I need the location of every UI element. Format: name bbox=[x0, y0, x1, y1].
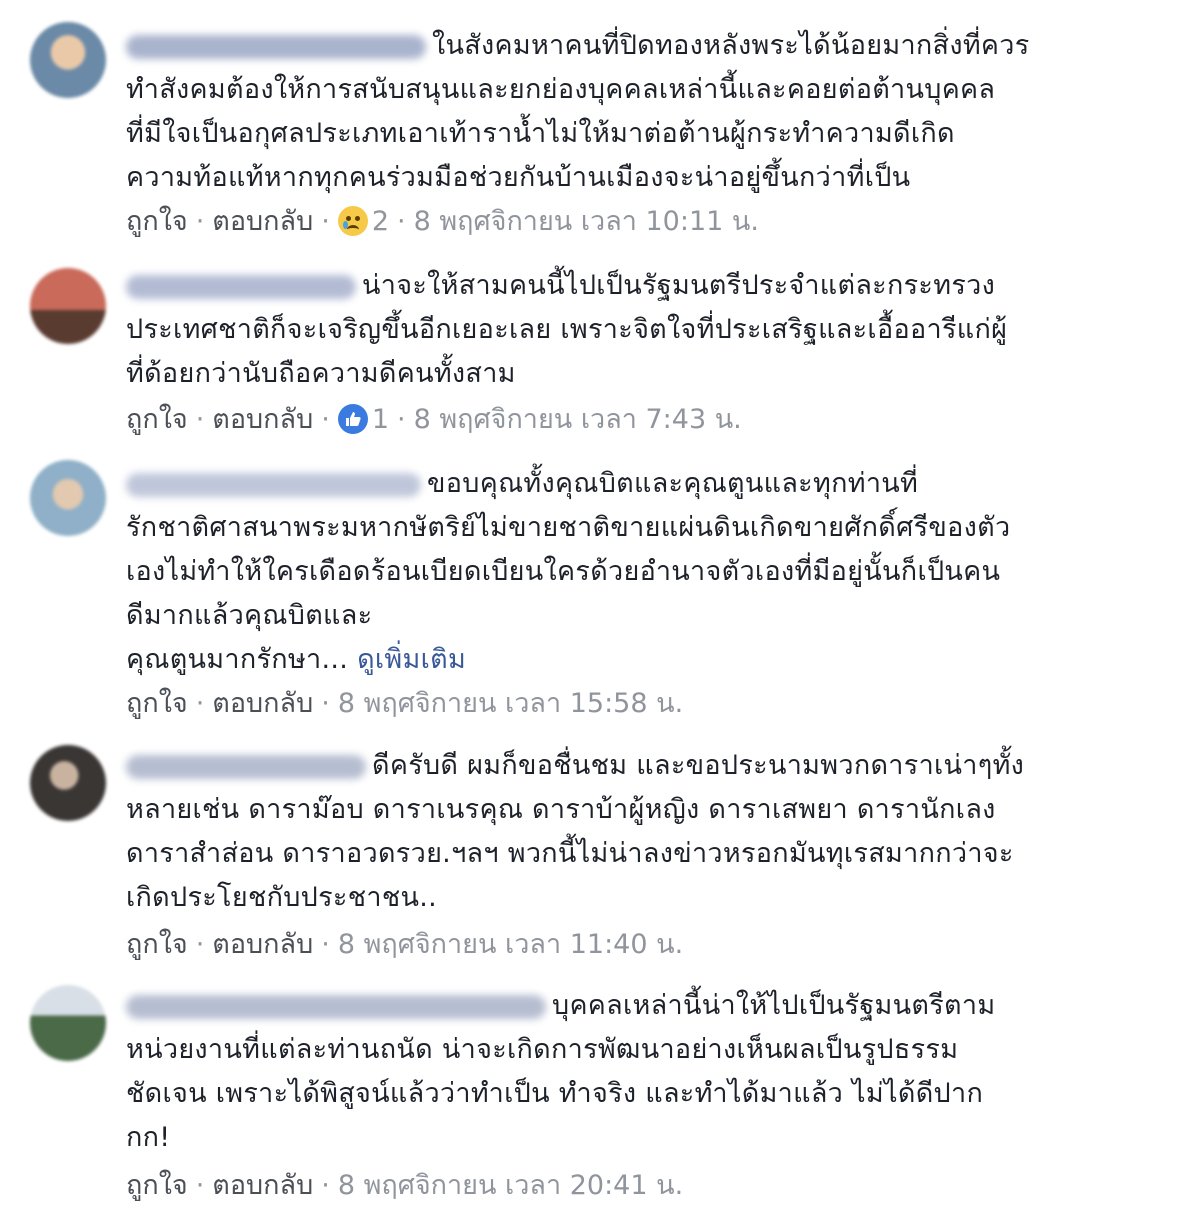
comment-body: ดีครับดี ผมก็ขอชื่นชม และขอประนามพวกดารา… bbox=[126, 744, 1160, 920]
comment-text-line: ทำสังคมต้องให้การสนับสนุนและยกย่องบุคคลเ… bbox=[126, 74, 996, 105]
comment-text-line: คุณตูนมากรักษา... bbox=[126, 644, 349, 675]
comment-body: บุคคลเหล่านี้น่าให้ไปเป็นรัฐมนตรีตาม หน่… bbox=[126, 984, 1160, 1160]
comment-text-line: ดีมากแล้วคุณบิตและ bbox=[126, 600, 373, 631]
comment-text-line: ดีครับดี ผมก็ขอชื่นชม และขอประนามพวกดารา… bbox=[372, 750, 1025, 781]
comment-text-line: น่าจะให้สามคนนี้ไปเป็นรัฐมนตรีประจำแต่ละ… bbox=[362, 270, 996, 301]
avatar[interactable] bbox=[30, 22, 106, 98]
reply-link[interactable]: ตอบกลับ bbox=[212, 1170, 313, 1201]
comment-actions: ถูกใจ · ตอบกลับ · 2 · 8 พฤศจิกายน เวลา 10:11 น… bbox=[126, 206, 759, 237]
comment-text-line: ดาราสำส่อน ดาราอวดรวย.ฯลฯ พวกนี้ไม่น่าลง… bbox=[126, 838, 1014, 869]
comment-text-line: ประเทศชาติก็จะเจริญขึ้นอีกเยอะเลย เพราะจ… bbox=[126, 314, 1008, 345]
comment-actions: ถูกใจ · ตอบกลับ · 1 · 8 พฤศจิกายน เวลา 7:43 น. bbox=[126, 404, 742, 435]
timestamp[interactable]: 8 พฤศจิกายน เวลา 10:11 น. bbox=[414, 206, 759, 237]
see-more-link[interactable]: ดูเพิ่มเติม bbox=[357, 644, 466, 675]
comment-text-line: ในสังคมหาคนที่ปิดทองหลังพระได้น้อยมากสิ่… bbox=[432, 30, 1030, 61]
comment-text-line: ความท้อแท้หากทุกคนร่วมมือช่วยกันบ้านเมือ… bbox=[126, 162, 911, 193]
author-name[interactable] bbox=[126, 754, 366, 779]
comment-text-line: กก! bbox=[126, 1122, 171, 1153]
like-link[interactable]: ถูกใจ bbox=[126, 404, 188, 435]
comment-actions: ถูกใจ · ตอบกลับ · 8 พฤศจิกายน เวลา 15:58 น. bbox=[126, 688, 684, 719]
reply-link[interactable]: ตอบกลับ bbox=[212, 929, 313, 960]
reply-link[interactable]: ตอบกลับ bbox=[212, 688, 313, 719]
reply-link[interactable]: ตอบกลับ bbox=[212, 404, 313, 435]
like-link[interactable]: ถูกใจ bbox=[126, 206, 188, 237]
avatar[interactable] bbox=[30, 460, 106, 536]
like-link[interactable]: ถูกใจ bbox=[126, 688, 188, 719]
like-link[interactable]: ถูกใจ bbox=[126, 1170, 188, 1201]
comment-text-line: บุคคลเหล่านี้น่าให้ไปเป็นรัฐมนตรีตาม bbox=[552, 990, 996, 1021]
avatar[interactable] bbox=[30, 745, 106, 821]
comment-text-line: ที่มีใจเป็นอกุศลประเภทเอาเท้าราน้ำไม่ให้… bbox=[126, 118, 955, 149]
timestamp[interactable]: 8 พฤศจิกายน เวลา 11:40 น. bbox=[338, 929, 683, 960]
author-name[interactable] bbox=[126, 34, 426, 59]
comment-actions: ถูกใจ · ตอบกลับ · 8 พฤศจิกายน เวลา 20:41 น. bbox=[126, 1170, 684, 1201]
avatar[interactable] bbox=[30, 985, 106, 1061]
comment-body: น่าจะให้สามคนนี้ไปเป็นรัฐมนตรีประจำแต่ละ… bbox=[126, 264, 1160, 396]
author-name[interactable] bbox=[126, 274, 356, 299]
author-name[interactable] bbox=[126, 994, 546, 1019]
comment-text-line: หน่วยงานที่แต่ละท่านถนัด น่าจะเกิดการพัฒ… bbox=[126, 1034, 959, 1065]
timestamp[interactable]: 8 พฤศจิกายน เวลา 7:43 น. bbox=[414, 404, 742, 435]
comment-text-line: ชัดเจน เพราะได้พิสูจน์แล้วว่าทำเป็น ทำจร… bbox=[126, 1078, 984, 1109]
comment-text-line: หลายเช่น ดาราม๊อบ ดาราเนรคุณ ดาราบ้าผู้ห… bbox=[126, 794, 996, 825]
timestamp[interactable]: 8 พฤศจิกายน เวลา 20:41 น. bbox=[338, 1170, 683, 1201]
reaction-count[interactable]: 1 bbox=[372, 404, 389, 435]
reply-link[interactable]: ตอบกลับ bbox=[212, 206, 313, 237]
comment-text-line: เองไม่ทำให้ใครเดือดร้อนเบียดเบียนใครด้วย… bbox=[126, 556, 1001, 587]
comment-body: ขอบคุณทั้งคุณบิตและคุณตูนและทุกท่านที่ ร… bbox=[126, 462, 1160, 682]
comment-text-line: ที่ด้อยกว่านับถือความดีคนทั้งสาม bbox=[126, 358, 516, 389]
timestamp[interactable]: 8 พฤศจิกายน เวลา 15:58 น. bbox=[338, 688, 683, 719]
comment-text-line: ขอบคุณทั้งคุณบิตและคุณตูนและทุกท่านที่ bbox=[427, 468, 919, 499]
reaction-count[interactable]: 2 bbox=[372, 206, 389, 237]
author-name[interactable] bbox=[126, 472, 421, 497]
comment-text-line: รักชาติศาสนาพระมหากษัตริย์ไม่ขายชาติขายแ… bbox=[126, 512, 1011, 543]
avatar[interactable] bbox=[30, 268, 106, 344]
sad-icon[interactable] bbox=[337, 206, 368, 236]
like-icon[interactable] bbox=[337, 404, 368, 434]
comment-body: ในสังคมหาคนที่ปิดทองหลังพระได้น้อยมากสิ่… bbox=[126, 24, 1160, 200]
comment-text-line: เกิดประโยชกับประชาชน.. bbox=[126, 882, 437, 913]
comment-actions: ถูกใจ · ตอบกลับ · 8 พฤศจิกายน เวลา 11:40 น. bbox=[126, 929, 684, 960]
like-link[interactable]: ถูกใจ bbox=[126, 929, 188, 960]
